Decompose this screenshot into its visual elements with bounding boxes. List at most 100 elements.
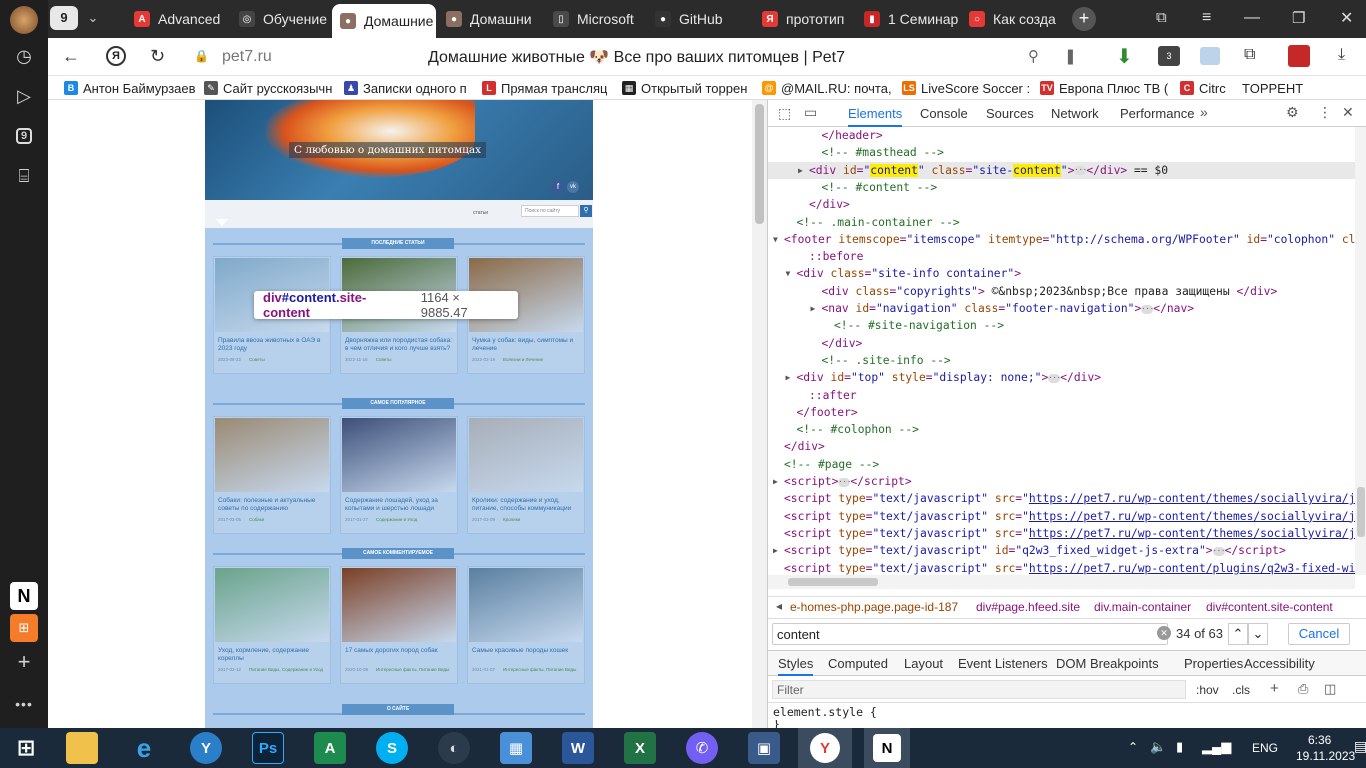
dom-node[interactable]: <!-- #site-navigation --> [768,317,1355,334]
tray-chevron-icon[interactable]: ⌃ [1128,740,1138,754]
vk-icon[interactable]: vk [567,181,579,193]
reload-icon[interactable]: ↻ [150,46,165,67]
expand-arrow-icon[interactable]: ▼ [786,265,791,282]
article-card[interactable]: 17 самых дорогих пород собак 2020-10-09 Ин… [340,566,458,684]
dom-node[interactable]: ▶ <div id="top" style="display: none;">··… [768,369,1355,386]
article-category[interactable]: Питание Виды, Содержание и Уход [249,667,323,672]
collections-icon[interactable]: ⧉ [1156,9,1167,26]
tab-1[interactable]: A Advanced [126,4,229,34]
styles-tab-accessibility[interactable]: Accessibility [1244,656,1315,671]
article-category[interactable]: Собаки [249,517,264,522]
site-search-button[interactable]: ⚲ [580,205,592,217]
breadcrumb-item[interactable]: div#page.hfeed.site [976,600,1080,614]
article-thumbnail[interactable] [469,418,583,492]
search-icon[interactable]: ⚲ [1028,47,1039,65]
dom-node[interactable]: <div class="copyrights"> ©&nbsp;2023&nbs… [768,283,1355,300]
find-prev-button[interactable]: ⌃ [1228,623,1248,645]
dom-node[interactable]: ▶ <script>···</script> [768,473,1355,490]
tab-5[interactable]: ▯ Microsoft [545,4,645,34]
bookmark-item[interactable]: ✎ Сайт русскоязычн [204,79,332,97]
device-toggle-icon[interactable]: ▭ [804,104,817,121]
article-thumbnail[interactable] [215,568,329,642]
save-app-icon[interactable]: ▣ [748,732,780,764]
article-category[interactable]: Интересные факты, Питание Виды [503,667,576,672]
article-card[interactable]: Самые красивые породы кошек 2021-01-07 Инт… [467,566,585,684]
dom-node[interactable]: <script type="text/javascript" src="http… [768,508,1355,525]
windows-start-icon[interactable]: ⊞ [10,732,42,764]
yandex-browser-taskbar-icon[interactable]: Y [798,728,852,768]
extension-red-icon[interactable] [1288,45,1310,67]
extension-puzzle-icon[interactable]: ⧉ [1244,46,1255,64]
tab-7[interactable]: Япрототип [754,4,854,34]
dom-node[interactable]: <!-- #content --> [768,179,1355,196]
sidebar-toggle-icon[interactable]: ◫ [1324,681,1336,697]
yandex-icon[interactable]: Я [106,46,126,66]
inspect-icon[interactable]: ⬚ [778,105,791,122]
nav-link[interactable]: статьи [473,210,488,216]
article-title[interactable]: Кролики: содержание и уход, питание, спо… [472,497,582,513]
notion-icon[interactable]: N [10,582,38,610]
tab-count-badge[interactable]: 9 [50,6,78,30]
dom-node[interactable]: <!-- #masthead --> [768,144,1355,161]
devtools-tab-performance[interactable]: Performance [1120,100,1194,127]
computed-styles-icon[interactable]: ⎙ [1298,681,1308,697]
settings-gear-icon[interactable]: ⚙ [1286,104,1299,121]
article-card[interactable]: Собаки: полезные и актуальные советы по … [213,416,331,534]
battery-icon[interactable]: ▮ [1176,739,1183,755]
extension-ie-icon[interactable] [1200,47,1220,65]
page-title[interactable]: Домашние животные 🐶 Все про ваших питомц… [428,47,845,67]
minimize-icon[interactable]: — [1244,9,1260,27]
language-indicator[interactable]: ENG [1252,741,1278,755]
expand-arrow-icon[interactable]: ▶ [786,369,791,386]
tab-6[interactable]: ● GitHub [647,4,752,34]
dom-node[interactable]: </footer> [768,404,1355,421]
styles-tab-computed[interactable]: Computed [828,656,888,671]
bookmark-item[interactable]: ♟ Записки одного п [344,79,467,97]
breadcrumb-item[interactable]: e-homes-php.page.page-id-187 [790,600,958,614]
dom-node[interactable]: ▼ <div class="site-info container"> [768,265,1355,282]
dom-node[interactable]: <script type="text/javascript" src="http… [768,490,1355,507]
styles-tab-dom-breakpoints[interactable]: DOM Breakpoints [1056,656,1159,671]
menu-icon[interactable]: ≡ [1202,9,1211,27]
dom-node[interactable]: <!-- #page --> [768,456,1355,473]
file-explorer-icon[interactable] [66,732,98,764]
tab-2[interactable]: ◎ Обучение [231,4,330,34]
styles-tab-layout[interactable]: Layout [904,656,943,671]
dom-hscrollbar-thumb[interactable] [788,578,878,586]
dom-scrollbar[interactable] [1355,127,1366,575]
add-icon[interactable]: + [10,648,38,676]
find-next-button[interactable]: ⌄ [1248,623,1268,645]
site-search-input[interactable]: Поиск по сайту [521,205,579,217]
page-scrollbar[interactable] [752,100,767,728]
bookmark-item[interactable]: L Прямая трансляц [482,79,607,97]
new-style-rule-icon[interactable]: + [1270,680,1279,697]
tabs-icon[interactable]: 9 [10,122,38,150]
bookmark-item[interactable]: LS LiveScore Soccer : [902,79,1030,97]
dom-hscrollbar[interactable] [768,575,1355,589]
article-thumbnail[interactable] [215,418,329,492]
dom-node[interactable]: <script type="text/javascript" src="http… [768,525,1355,542]
extension-icon[interactable]: 3 [1158,46,1180,66]
styles-tab-styles[interactable]: Styles [778,656,814,676]
history-icon[interactable]: ◷ [10,42,38,70]
notion-taskbar-icon[interactable]: N [864,728,910,768]
more-icon[interactable]: ••• [10,690,38,718]
article-title[interactable]: Дворняжка или породистая собака: в чем о… [345,337,455,353]
ie-icon[interactable]: e [128,732,160,764]
close-window-icon[interactable]: ✕ [1340,8,1353,28]
app-a-icon[interactable]: A [314,732,346,764]
word-icon[interactable]: W [562,732,594,764]
photoshop-icon[interactable]: Ps [252,732,284,764]
camera-icon[interactable]: ⌸ [10,162,38,190]
volume-icon[interactable]: 🔈 [1150,739,1166,755]
kebab-menu-icon[interactable]: ⋮ [1318,104,1332,121]
app-yu-icon[interactable]: Y [190,732,222,764]
skype-icon[interactable]: S [376,732,408,764]
hov-toggle[interactable]: :hov [1196,683,1219,697]
play-icon[interactable]: ▷ [10,82,38,110]
devtools-tab-sources[interactable]: Sources [986,100,1034,127]
dom-node[interactable]: </div> [768,438,1355,455]
expand-arrow-icon[interactable]: ▶ [798,162,803,179]
download-arrow-icon[interactable]: ⬇ [1116,44,1133,69]
clock-date[interactable]: 19.11.2023 [1296,749,1355,763]
